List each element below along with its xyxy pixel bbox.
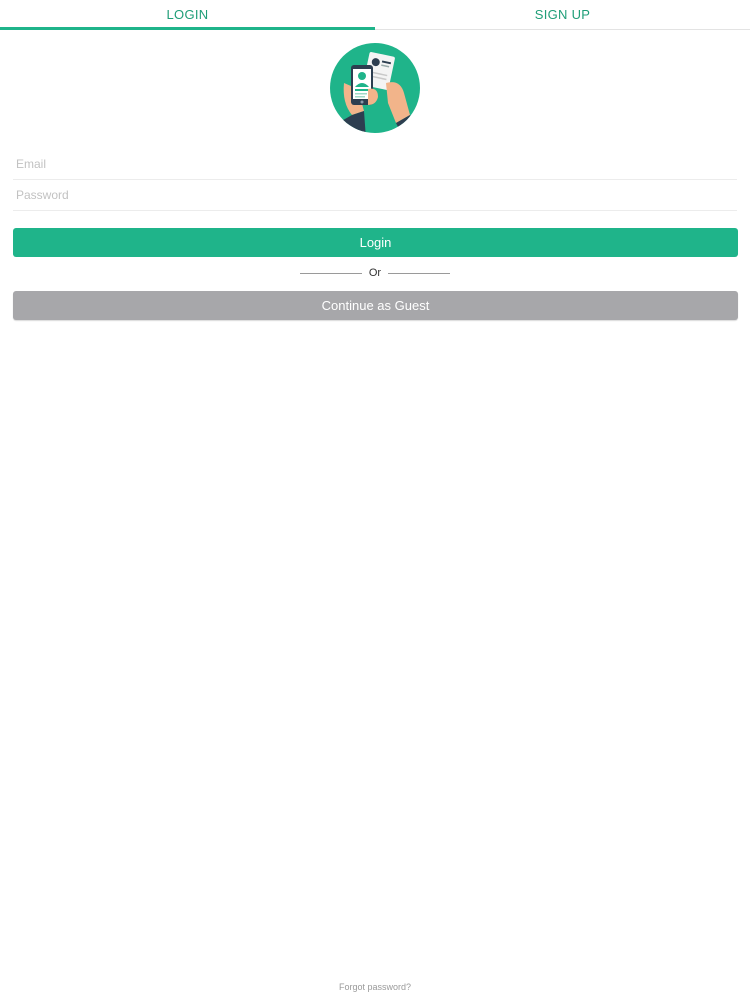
continue-as-guest-button[interactable]: Continue as Guest xyxy=(13,291,738,320)
phone-id-card-icon xyxy=(330,43,420,133)
login-screen: LOGIN SIGN UP Email Login Or Continue as… xyxy=(0,0,750,1000)
tab-signup[interactable]: SIGN UP xyxy=(375,0,750,29)
tab-bar: LOGIN SIGN UP xyxy=(0,0,750,30)
logo xyxy=(330,43,420,133)
forgot-password-link[interactable]: Forgot password? xyxy=(0,982,750,992)
email-field[interactable] xyxy=(13,149,737,180)
divider-label: Or xyxy=(368,267,382,279)
or-divider: Or xyxy=(300,266,450,280)
divider-line-right xyxy=(388,272,450,274)
login-button[interactable]: Login xyxy=(13,228,738,257)
tab-login[interactable]: LOGIN xyxy=(0,0,375,30)
divider-line-left xyxy=(300,272,362,274)
password-field[interactable] xyxy=(13,180,737,211)
